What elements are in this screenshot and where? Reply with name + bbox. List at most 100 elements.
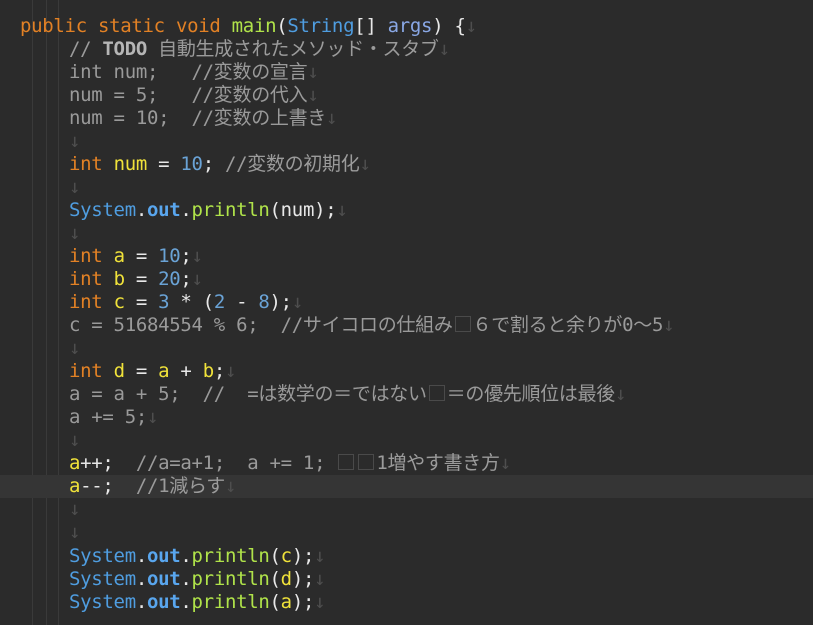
code-line-print-num[interactable]: System.out.println(num);↓ [0,199,813,222]
keyword-int: int [69,291,103,313]
class-system: System [69,545,136,567]
code-line-init-num[interactable]: int num = 10; //変数の初期化↓ [0,153,813,176]
dot: . [135,591,147,613]
number-literal: 20 [158,268,181,290]
code-line-print-c[interactable]: System.out.println(c);↓ [0,545,813,568]
eol-mark: ↓ [314,591,326,613]
dot: . [180,199,192,221]
unknown-char-box [358,454,375,470]
keyword-public: public [20,15,87,37]
operator: * ( [169,291,214,313]
operator: + [169,360,203,382]
operator: --; [80,475,114,497]
operator: = [124,360,159,382]
variable-a: a [113,245,125,267]
eol-mark: ↓ [69,222,81,244]
comment-text: ６で割ると余りが0〜5 [472,314,664,336]
eol-mark: ↓ [499,452,511,474]
eol-mark: ↓ [69,337,81,359]
dot: . [135,545,147,567]
code-line-blank[interactable]: ↓ [0,176,813,199]
method-println: println [191,591,270,613]
code-line-print-a[interactable]: System.out.println(a);↓ [0,591,813,614]
method-println: println [191,545,270,567]
unknown-char-box [454,316,471,332]
code-line-decrement-current[interactable]: a--; //1減らす↓ [0,475,813,498]
number-literal: 10 [158,245,181,267]
dot: . [135,568,147,590]
code-editor[interactable]: public static void main(String[] args) {… [0,0,813,625]
eol-mark: ↓ [438,38,450,60]
operator: = [146,153,181,175]
code-line-blank[interactable]: ↓ [0,130,813,153]
todo-tag: TODO [102,38,147,60]
code-line-commented-dice[interactable]: c = 51684554 % 6; //サイコロの仕組み ６で割ると余りが0〜5↓ [0,314,813,337]
dot: . [180,545,192,567]
field-out: out [146,199,181,221]
code-line-commented-decl[interactable]: int num; //変数の宣言↓ [0,61,813,84]
paren: ( [276,15,288,37]
field-out: out [146,568,181,590]
number-literal: 3 [158,291,170,313]
variable-a: a [69,475,81,497]
code-line-increment[interactable]: a++; //a=a+1; a += 1; 1増やす書き方↓ [0,452,813,475]
number-literal: 8 [258,291,270,313]
comment-text: num = 5; //変数の代入 [69,84,308,106]
eol-mark: ↓ [191,245,203,267]
eol-mark: ↓ [336,199,348,221]
code-line-commented-assign[interactable]: num = 5; //変数の代入↓ [0,84,813,107]
eol-mark: ↓ [191,268,203,290]
variable-d: d [113,360,125,382]
close-paren: ); [269,291,293,313]
operator: = [124,245,159,267]
dot: . [180,568,192,590]
code-line-blank[interactable]: ↓ [0,521,813,544]
keyword-int: int [69,360,103,382]
keyword-int: int [69,268,103,290]
code-line-decl-c[interactable]: int c = 3 * (2 - 8);↓ [0,291,813,314]
method-println: println [191,199,270,221]
comment-text: //変数の初期化 [213,153,360,175]
code-line-commented-pluseq[interactable]: a += 5;↓ [0,406,813,429]
comment-text: a = a + 5; // =は数学の＝ではない [69,383,427,405]
code-line-decl-a[interactable]: int a = 10;↓ [0,245,813,268]
variable-a: a [158,360,170,382]
field-out: out [146,591,181,613]
operator: = [124,291,159,313]
eol-mark: ↓ [326,107,338,129]
code-line-method-signature[interactable]: public static void main(String[] args) {… [0,15,813,38]
paren: ( [269,545,281,567]
eol-mark: ↓ [146,406,159,428]
type-string: String [287,15,355,37]
variable-b: b [113,268,125,290]
field-out: out [146,545,181,567]
signature-close: ) { [432,15,466,37]
eol-mark: ↓ [69,130,81,152]
code-line-blank[interactable]: ↓ [0,429,813,452]
close-paren: ); [291,545,315,567]
keyword-int: int [69,245,103,267]
code-line-decl-d[interactable]: int d = a + b;↓ [0,360,813,383]
comment-text: c = 51684554 % 6; //サイコロの仕組み [69,314,453,336]
comment-text: ＝の優先順位は最後 [446,383,616,405]
semicolon: ; [202,153,214,175]
comment-text: int num; //変数の宣言 [69,61,308,83]
variable-c: c [113,291,125,313]
unknown-char-box [428,385,445,401]
comment-text: //a=a+1; a += 1; [113,452,337,474]
code-line-blank[interactable]: ↓ [0,222,813,245]
code-line-todo-comment[interactable]: // TODO 自動生成されたメソッド・スタブ↓ [0,38,813,61]
code-line-print-d[interactable]: System.out.println(d);↓ [0,568,813,591]
eol-mark: ↓ [359,153,371,175]
code-line-blank[interactable]: ↓ [0,498,813,521]
keyword-static: static [97,15,165,37]
array-brackets: [] [354,15,377,37]
close-paren: ); [291,568,315,590]
method-println: println [191,568,270,590]
unknown-char-box [338,454,355,470]
operator: ++; [80,452,114,474]
code-line-decl-b[interactable]: int b = 20;↓ [0,268,813,291]
code-line-commented-eq[interactable]: a = a + 5; // =は数学の＝ではない ＝の優先順位は最後↓ [0,383,813,406]
code-line-commented-overwrite[interactable]: num = 10; //変数の上書き↓ [0,107,813,130]
code-line-blank[interactable]: ↓ [0,337,813,360]
